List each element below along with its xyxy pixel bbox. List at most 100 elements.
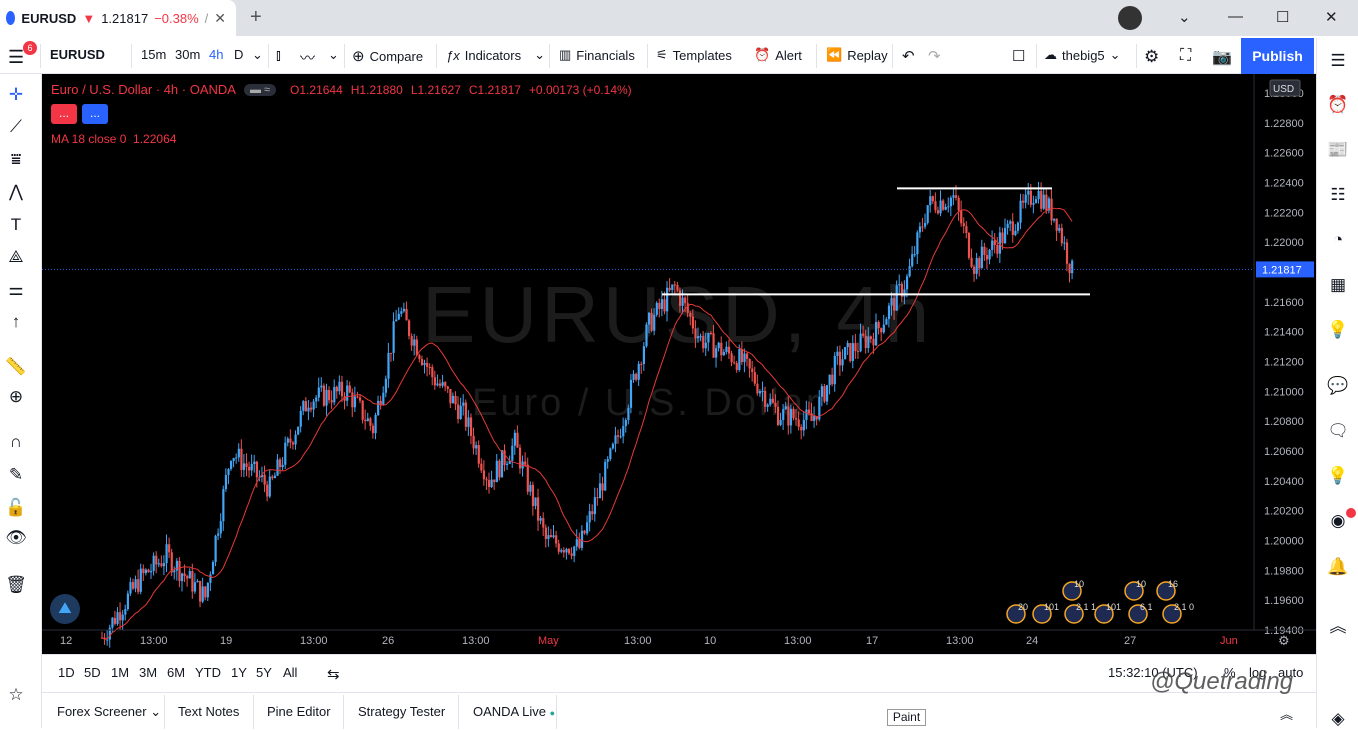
stay-in-drawing-icon[interactable]: ✎ xyxy=(5,464,27,486)
select-layout-checkbox-icon[interactable]: ☐ xyxy=(1012,47,1025,65)
buy-button[interactable]: ... xyxy=(82,104,108,124)
magnet-icon[interactable]: ∩ xyxy=(5,431,27,453)
range-5d[interactable]: 5D xyxy=(84,665,101,680)
divider xyxy=(268,44,269,68)
publish-button[interactable]: Publish xyxy=(1241,38,1314,74)
candle-body xyxy=(660,299,664,310)
news-icon[interactable]: 📰 xyxy=(1327,139,1349,161)
hotlist-icon[interactable]: ☷ xyxy=(1327,184,1349,206)
collapse-panel-icon[interactable]: ︽ xyxy=(1327,616,1349,638)
redo-icon[interactable]: ↷ xyxy=(928,47,941,65)
interval-15m[interactable]: 15m xyxy=(141,47,166,62)
settings-gear-icon[interactable]: ⚙ xyxy=(1144,47,1159,67)
tab-strategy-tester[interactable]: Strategy Tester xyxy=(358,704,445,719)
trend-line-icon[interactable]: ⟋ xyxy=(5,116,27,138)
candle-body xyxy=(856,351,860,353)
candle-body xyxy=(859,333,862,352)
profile-avatar[interactable] xyxy=(1118,6,1142,30)
tv-logo-icon[interactable]: ⛰ xyxy=(50,594,80,624)
menu-icon[interactable]: ☰ xyxy=(8,47,24,68)
chats-icon[interactable]: 💬 xyxy=(1327,375,1349,397)
visibility-pill[interactable]: ▬ ≈ xyxy=(243,83,277,96)
fib-tool-icon[interactable]: ⩸ xyxy=(5,149,27,171)
indicators-button[interactable]: ƒx Indicators ⌄ xyxy=(446,47,545,63)
chart-canvas[interactable]: 1.230001.228001.226001.224001.222001.220… xyxy=(42,74,1316,654)
range-3m[interactable]: 3M xyxy=(139,665,157,680)
range-ytd[interactable]: YTD xyxy=(195,665,221,680)
candle-style-icon[interactable]: ⫾ xyxy=(276,47,281,64)
chevron-down-icon: ⌄ xyxy=(534,47,546,62)
ruler-icon[interactable]: 📏 xyxy=(5,356,27,378)
plus-circle-icon: ⊕ xyxy=(352,48,365,65)
layers-icon[interactable]: ◈ xyxy=(1327,708,1349,730)
maximize-icon[interactable]: ☐ xyxy=(1276,8,1289,26)
sell-button[interactable]: ... xyxy=(51,104,77,124)
compare-button[interactable]: ⊕ Compare xyxy=(352,47,423,65)
tab-close-icon[interactable]: ✕ xyxy=(214,10,226,27)
collapse-panels-icon[interactable]: ︽ xyxy=(1280,704,1293,723)
tab-pine-editor[interactable]: Pine Editor xyxy=(267,704,331,719)
tab-text-notes[interactable]: Text Notes xyxy=(178,704,239,719)
pattern-tool-icon[interactable]: ⋀ xyxy=(5,181,27,203)
prediction-tool-icon[interactable]: ⚌ xyxy=(5,279,27,301)
range-5y[interactable]: 5Y xyxy=(256,665,272,680)
minimize-icon[interactable]: — xyxy=(1228,8,1243,25)
alert-button[interactable]: ⏰ Alert xyxy=(754,47,802,63)
layout-save-button[interactable]: ☁ thebig5 ⌄ xyxy=(1044,47,1121,63)
interval-dropdown-icon[interactable]: ⌄ xyxy=(252,47,263,63)
range-all[interactable]: All xyxy=(283,665,297,680)
interval-30m[interactable]: 30m xyxy=(175,47,200,62)
calendar-icon[interactable]: ▦ xyxy=(1327,274,1349,296)
candle-body xyxy=(366,418,369,422)
range-1y[interactable]: 1Y xyxy=(231,665,247,680)
financials-button[interactable]: ▥ Financials xyxy=(559,47,635,63)
bell-icon[interactable]: 🔔 xyxy=(1327,556,1349,578)
financials-label: Financials xyxy=(576,47,635,63)
browser-tab[interactable]: EURUSD ▼ 1.21817 −0.38% / ✕ xyxy=(0,0,236,36)
eye-icon[interactable]: 👁 xyxy=(5,527,27,549)
candle-body xyxy=(224,475,228,490)
undo-icon[interactable]: ↶ xyxy=(902,47,915,65)
candle-body xyxy=(1050,198,1053,221)
templates-button[interactable]: ⚟ Templates xyxy=(656,47,732,63)
x-tick-label: 13:00 xyxy=(784,635,812,647)
candle-body xyxy=(410,335,413,346)
zoom-in-icon[interactable]: ⊕ xyxy=(5,386,27,408)
trash-icon[interactable]: 🗑 xyxy=(5,574,27,596)
candle-body xyxy=(588,511,591,523)
range-6m[interactable]: 6M xyxy=(167,665,185,680)
data-window-icon[interactable]: ◔ xyxy=(1327,229,1349,251)
chart-type-icon[interactable]: 〰 xyxy=(300,47,315,68)
candle-body xyxy=(1068,263,1071,274)
fullscreen-icon[interactable]: ⛶ xyxy=(1180,47,1191,65)
range-1d[interactable]: 1D xyxy=(58,665,75,680)
lock-icon[interactable]: 🔓 xyxy=(5,497,27,519)
chart-type-dropdown-icon[interactable]: ⌄ xyxy=(328,47,339,63)
range-1m[interactable]: 1M xyxy=(111,665,129,680)
watchlist-icon[interactable]: ☰ xyxy=(1327,50,1349,72)
streams-icon[interactable]: 💡 xyxy=(1327,465,1349,487)
templates-icon: ⚟ xyxy=(656,47,668,62)
replay-button[interactable]: ⏪ Replay xyxy=(826,47,888,63)
camera-icon[interactable]: 📷 xyxy=(1212,47,1232,67)
interval-d[interactable]: D xyxy=(234,47,243,62)
goto-date-icon[interactable]: ⇆ xyxy=(327,665,340,683)
candle-body xyxy=(1009,221,1012,224)
candle-body xyxy=(565,548,568,553)
arrow-up-icon[interactable]: ↑ xyxy=(5,311,27,333)
messages-icon[interactable]: 🗨 xyxy=(1327,420,1349,442)
star-icon[interactable]: ☆ xyxy=(5,684,27,706)
tab-oanda-live[interactable]: OANDA Live ● xyxy=(473,704,555,719)
price-chart[interactable]: EURUSD, 4h Euro / U.S. Dollar 1.230001.2… xyxy=(42,74,1316,654)
text-tool-icon[interactable]: T xyxy=(5,214,27,236)
symbol-search-button[interactable]: EURUSD xyxy=(50,47,105,62)
crosshair-icon[interactable]: ✛ xyxy=(5,84,27,106)
tab-menu-icon[interactable]: ⌄ xyxy=(1178,8,1191,26)
window-close-icon[interactable]: ✕ xyxy=(1325,8,1338,26)
new-tab-icon[interactable]: + xyxy=(250,6,262,29)
shape-tool-icon[interactable]: ⟁ xyxy=(5,246,27,268)
tab-forex-screener[interactable]: Forex Screener ⌄ xyxy=(57,704,161,720)
alerts-clock-icon[interactable]: ⏰ xyxy=(1327,94,1349,116)
ideas-bulb-icon[interactable]: 💡 xyxy=(1327,319,1349,341)
interval-4h[interactable]: 4h xyxy=(209,47,223,62)
